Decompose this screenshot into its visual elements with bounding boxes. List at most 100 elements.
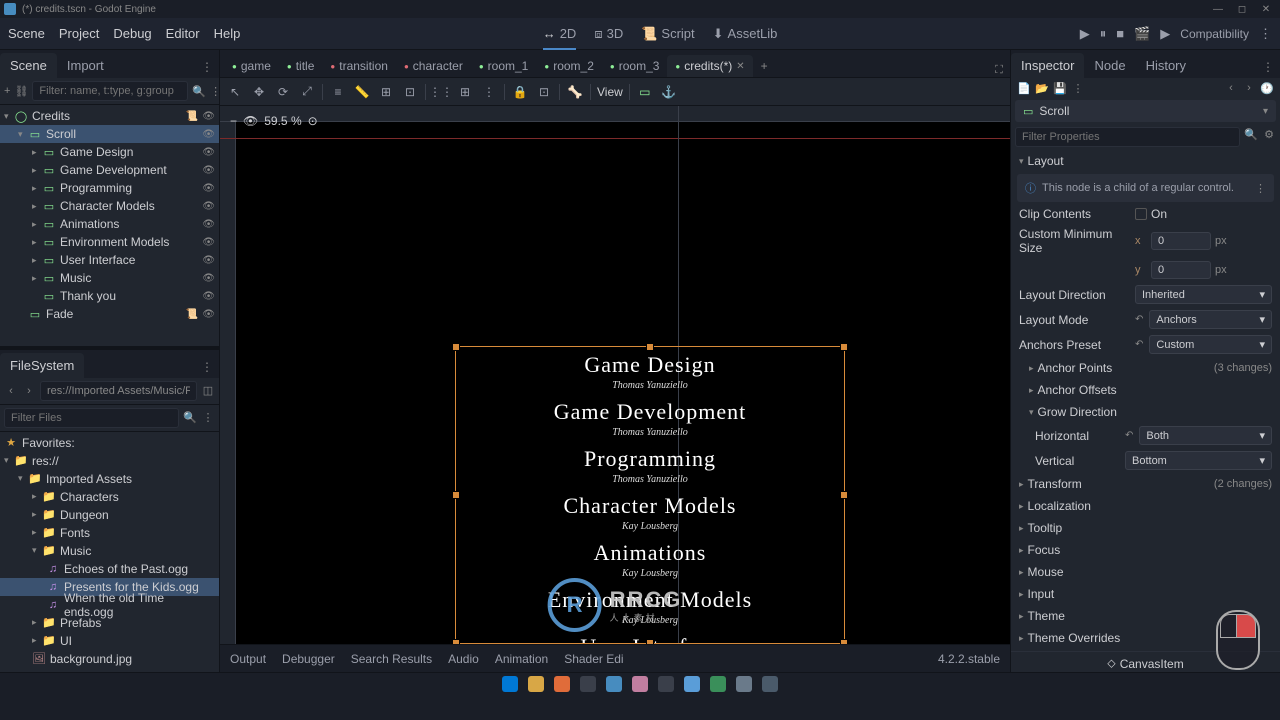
close-icon[interactable]: ✕ xyxy=(736,61,744,72)
section-transform[interactable]: ▸Transform(2 changes) xyxy=(1011,473,1280,495)
fs-music-file[interactable]: Echoes of the Past.ogg xyxy=(64,562,215,576)
snap-tool-icon[interactable]: ⊞ xyxy=(377,83,395,101)
node-ui[interactable]: User Interface xyxy=(60,253,198,267)
split-icon[interactable]: ◫ xyxy=(201,384,215,398)
new-tab-button[interactable]: + xyxy=(753,55,776,77)
path-input[interactable] xyxy=(40,381,197,401)
tab-game[interactable]: ●game xyxy=(224,55,279,77)
visibility-icon[interactable]: 👁 xyxy=(202,165,215,176)
fs-prefabs[interactable]: Prefabs xyxy=(60,616,215,630)
tab-inspector[interactable]: Inspector xyxy=(1011,53,1084,78)
script-icon[interactable]: 📜 xyxy=(186,309,198,320)
handle-ml[interactable] xyxy=(452,491,460,499)
section-tooltip[interactable]: ▸Tooltip xyxy=(1011,517,1280,539)
horizontal-select[interactable]: Both▾ xyxy=(1139,426,1272,445)
link-node-icon[interactable]: ⛓ xyxy=(14,84,28,98)
revert-icon[interactable]: ↶ xyxy=(1135,314,1143,325)
tab-room2[interactable]: ●room_2 xyxy=(536,55,602,77)
snap-menu-icon[interactable]: ⋮ xyxy=(480,83,498,101)
bb-search[interactable]: Search Results xyxy=(351,652,432,666)
node-fade[interactable]: Fade xyxy=(46,307,182,321)
zoom-reset-icon[interactable]: ⊙ xyxy=(308,114,318,128)
taskbar-icon[interactable] xyxy=(736,676,752,692)
script-icon[interactable]: 📜 xyxy=(186,111,198,122)
layout-mode-select[interactable]: Anchors▾ xyxy=(1149,310,1272,329)
insp-more-icon[interactable]: ⋮ xyxy=(1071,81,1085,95)
close-button[interactable]: ✕ xyxy=(1256,2,1276,16)
tab-scene[interactable]: Scene xyxy=(0,53,57,78)
scale-tool-icon[interactable]: ⤢ xyxy=(298,83,316,101)
zoom-value[interactable]: 59.5 % xyxy=(264,114,301,128)
node-scroll[interactable]: Scroll xyxy=(46,127,198,141)
snap2-icon[interactable]: ⊡ xyxy=(401,83,419,101)
node-animations[interactable]: Animations xyxy=(60,217,198,231)
tab-character[interactable]: ●character xyxy=(396,55,471,77)
tab-history[interactable]: History xyxy=(1136,53,1196,78)
menu-editor[interactable]: Editor xyxy=(166,26,200,41)
tab-filesystem[interactable]: FileSystem xyxy=(0,353,84,378)
pause-button[interactable]: ⏸ xyxy=(1100,26,1107,42)
visibility-icon[interactable]: 👁 xyxy=(202,129,215,140)
workspace-script[interactable]: 📜 Script xyxy=(641,26,694,42)
preview-icon[interactable]: ▭ xyxy=(636,83,654,101)
visibility-icon[interactable]: 👁 xyxy=(202,309,215,320)
workspace-3d[interactable]: ⧈ 3D xyxy=(594,26,623,42)
visibility-icon[interactable]: 👁 xyxy=(202,237,215,248)
node-game-dev[interactable]: Game Development xyxy=(60,163,198,177)
section-mouse[interactable]: ▸Mouse xyxy=(1011,561,1280,583)
taskbar-icon[interactable] xyxy=(658,676,674,692)
anchors-preset-select[interactable]: Custom▾ xyxy=(1149,335,1272,354)
viewport[interactable]: − 👁 59.5 % ⊙ Game Design Thomas Yanuziel… xyxy=(220,106,1010,644)
grid-icon[interactable]: ⋮⋮ xyxy=(432,83,450,101)
insp-load-icon[interactable]: 📂 xyxy=(1035,81,1049,95)
tab-room1[interactable]: ●room_1 xyxy=(471,55,537,77)
bb-debugger[interactable]: Debugger xyxy=(282,652,335,666)
handle-tm[interactable] xyxy=(646,343,654,351)
fs-dungeon[interactable]: Dungeon xyxy=(60,508,215,522)
taskbar-icon[interactable] xyxy=(762,676,778,692)
layout-dir-select[interactable]: Inherited▾ xyxy=(1135,285,1272,304)
renderer-select[interactable]: Compatibility xyxy=(1180,27,1249,41)
list-tool-icon[interactable]: ≡ xyxy=(329,83,347,101)
minimize-button[interactable]: — xyxy=(1208,2,1228,16)
visibility-icon[interactable]: 👁 xyxy=(202,273,215,284)
filter-files-input[interactable] xyxy=(4,408,179,428)
tab-credits[interactable]: ●credits(*)✕ xyxy=(667,55,752,77)
visibility-icon[interactable]: 👁 xyxy=(202,147,215,158)
play-scene-button[interactable]: 🎬 xyxy=(1134,26,1150,42)
inspector-node-select[interactable]: ▭ Scroll ▾ xyxy=(1015,100,1276,122)
taskbar-icon[interactable] xyxy=(606,676,622,692)
select-tool-icon[interactable]: ↖ xyxy=(226,83,244,101)
menu-help[interactable]: Help xyxy=(214,26,241,41)
section-anchor-offsets[interactable]: ▸Anchor Offsets xyxy=(1011,379,1280,401)
visibility-icon[interactable]: 👁 xyxy=(202,291,215,302)
visibility-icon[interactable]: 👁 xyxy=(202,111,215,122)
panel-options-icon[interactable]: ⋮ xyxy=(195,56,219,78)
revert-icon[interactable]: ↶ xyxy=(1135,339,1143,350)
play-custom-button[interactable]: ▶ xyxy=(1160,26,1170,42)
taskbar-icon[interactable] xyxy=(580,676,596,692)
renderer-options[interactable]: ⋮ xyxy=(1259,26,1272,42)
bb-output[interactable]: Output xyxy=(230,652,266,666)
maximize-button[interactable]: ◻ xyxy=(1232,2,1252,16)
bb-shader[interactable]: Shader Edi xyxy=(564,652,623,666)
workspace-assetlib[interactable]: ⬇ AssetLib xyxy=(713,26,778,42)
taskbar-icon[interactable] xyxy=(554,676,570,692)
vertical-select[interactable]: Bottom▾ xyxy=(1125,451,1272,470)
fs-imported[interactable]: Imported Assets xyxy=(46,472,215,486)
section-anchor-points[interactable]: ▸Anchor Points(3 changes) xyxy=(1011,357,1280,379)
bb-audio[interactable]: Audio xyxy=(448,652,479,666)
tab-node[interactable]: Node xyxy=(1084,53,1135,78)
section-focus[interactable]: ▸Focus xyxy=(1011,539,1280,561)
tab-room3[interactable]: ●room_3 xyxy=(602,55,668,77)
section-input[interactable]: ▸Input xyxy=(1011,583,1280,605)
bb-animation[interactable]: Animation xyxy=(495,652,548,666)
search-icon[interactable]: 🔍 xyxy=(1244,127,1258,141)
lock-icon[interactable]: 🔒 xyxy=(511,83,529,101)
node-credits[interactable]: Credits xyxy=(32,109,182,123)
insp-new-icon[interactable]: 📄 xyxy=(1017,81,1031,95)
stop-button[interactable]: ■ xyxy=(1116,26,1124,41)
menu-debug[interactable]: Debug xyxy=(113,26,151,41)
visibility-icon[interactable]: 👁 xyxy=(202,219,215,230)
tab-transition[interactable]: ●transition xyxy=(322,55,396,77)
